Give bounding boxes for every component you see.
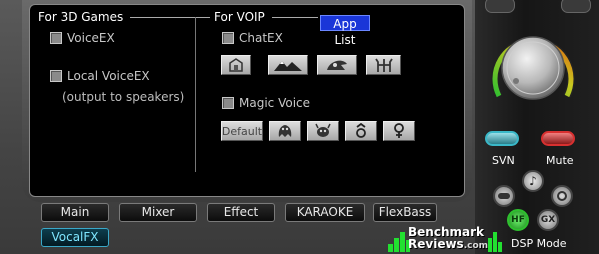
voiceex-label: VoiceEX [67,31,115,45]
magic-voice-checkbox[interactable]: Magic Voice [222,96,310,110]
tab-flexbass[interactable]: FlexBass [373,203,437,222]
hf-label: HF [511,215,525,225]
tab-mixer[interactable]: Mixer [119,203,197,222]
tab-vocalfx[interactable]: VocalFX [41,228,109,247]
gamepad-icon [498,193,510,199]
mountain-icon [274,61,302,71]
female-symbol-icon [394,123,404,138]
games-section-title: For 3D Games [38,10,124,24]
magic-voice-monster-button[interactable] [269,121,301,141]
chatex-label: ChatEX [239,31,283,45]
magic-voice-checkbox-box[interactable] [222,97,234,109]
section-divider [195,17,196,172]
alien-icon [315,123,331,137]
dsp-gx-button[interactable]: GX [537,209,559,231]
voip-section-title: For VOIP [214,10,265,24]
male-symbol-icon [356,123,366,138]
room-icon [229,58,243,72]
volume-knob[interactable] [479,14,587,114]
tab-karaoke[interactable]: KARAOKE [285,203,365,222]
app-window: For 3D Games VoiceEX Local VoiceEX (outp… [0,0,599,254]
top-handle-right [561,0,591,13]
gx-label: GX [540,215,556,225]
music-note-icon: ♪ [529,174,537,188]
vocal-fx-panel: For 3D Games VoiceEX Local VoiceEX (outp… [29,4,465,197]
magic-voice-female-button[interactable] [383,121,415,141]
dsp-movie-button[interactable] [551,185,573,207]
dsp-mode-label: DSP Mode [511,237,567,250]
monster-icon [278,125,292,137]
local-voiceex-label: Local VoiceEX [67,69,150,83]
arena-icon [374,58,393,72]
magic-voice-male-button[interactable] [345,121,377,141]
mute-label: Mute [546,154,574,167]
voiceex-checkbox[interactable]: VoiceEX [50,31,115,45]
magic-voice-default-button[interactable]: Default [221,121,263,141]
magic-voice-alien-button[interactable] [307,121,339,141]
chatex-cave-button[interactable] [317,55,357,75]
chatex-mountain-button[interactable] [268,55,308,75]
chatex-arena-button[interactable] [366,55,401,75]
tab-main[interactable]: Main [41,203,109,222]
dsp-music-button[interactable]: ♪ [522,170,544,192]
local-voiceex-checkbox-box[interactable] [50,70,62,82]
games-title-line [130,17,210,18]
cave-icon [327,60,347,70]
movie-icon [557,191,567,201]
top-handle-left [485,0,515,13]
svn-button[interactable] [485,131,519,146]
bar-graph-logo-right-icon [488,232,502,252]
chatex-checkbox[interactable]: ChatEX [222,31,283,45]
local-voiceex-subtext: (output to speakers) [62,90,185,104]
bar-graph-logo-icon [388,232,410,252]
chatex-room-button[interactable] [221,55,251,75]
tab-effect[interactable]: Effect [207,203,275,222]
dsp-game-button[interactable] [493,185,515,207]
dsp-hf-button[interactable]: HF [507,209,529,231]
benchmark-reviews-watermark: Benchmark Reviews.com [388,226,506,252]
voip-title-line [272,17,318,18]
svn-label: SVN [492,154,515,167]
voiceex-checkbox-box[interactable] [50,32,62,44]
watermark-suffix: .com [463,241,489,251]
chatex-checkbox-box[interactable] [222,32,234,44]
magic-voice-label: Magic Voice [239,96,311,110]
app-list-button[interactable]: App List [320,15,370,47]
watermark-reviews-text: Reviews [408,237,464,251]
watermark-line2: Reviews.com [408,238,488,252]
mute-button[interactable] [541,131,575,146]
right-control-panel: SVN Mute ♪ HF GX DSP Mode [475,0,599,254]
local-voiceex-checkbox[interactable]: Local VoiceEX [50,69,150,83]
